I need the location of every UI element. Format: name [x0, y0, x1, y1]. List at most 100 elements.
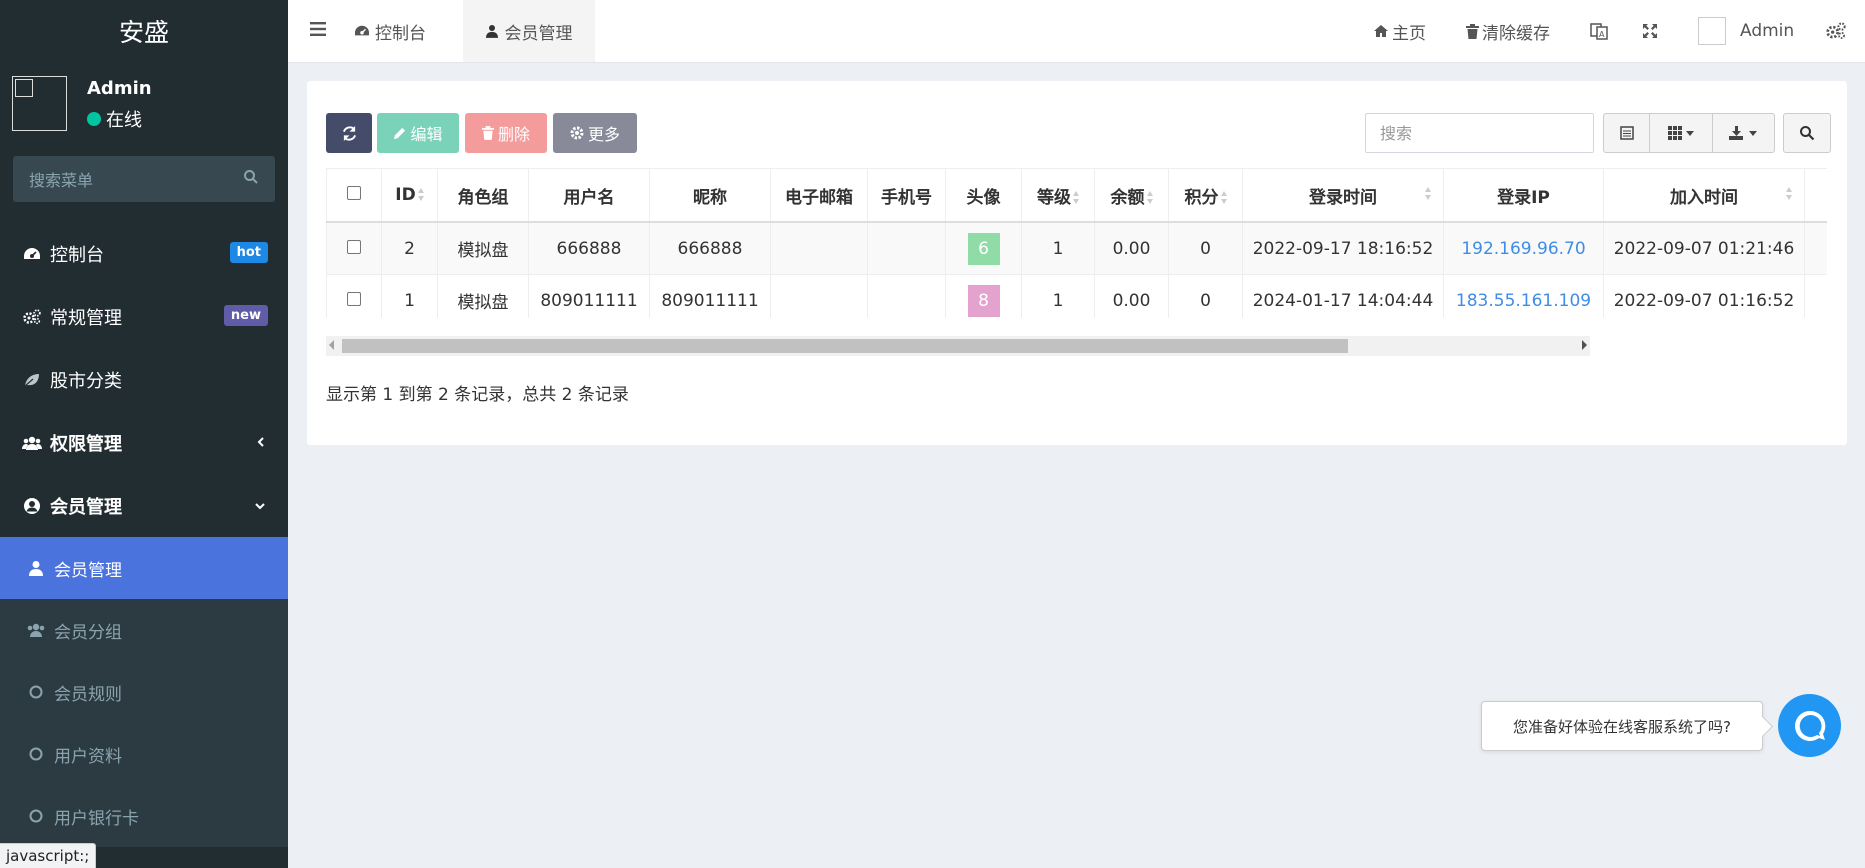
tab-dashboard[interactable]: 控制台	[348, 0, 454, 62]
table-tools-group	[1603, 113, 1775, 153]
circle-icon	[26, 809, 46, 823]
pencil-icon	[393, 127, 406, 140]
dashboard-icon	[354, 24, 370, 38]
column-header-level[interactable]: 等级	[1021, 168, 1095, 223]
row-checkbox[interactable]	[347, 239, 361, 254]
users-icon	[26, 622, 46, 638]
scrollbar-thumb[interactable]	[342, 339, 1348, 353]
sidebar-item-label: 常规管理	[50, 307, 122, 329]
gears-icon	[1826, 22, 1846, 40]
toggle-view-button[interactable]	[1604, 114, 1651, 152]
settings-button[interactable]	[1826, 0, 1846, 62]
pagination-info: 显示第 1 到第 2 条记录，总共 2 条记录	[326, 385, 629, 405]
cell-username: 666888	[528, 222, 650, 275]
sidebar-search-input[interactable]	[13, 156, 251, 204]
login-ip-link[interactable]: 183.55.161.109	[1456, 291, 1591, 311]
admin-label: Admin	[1740, 21, 1795, 41]
horizontal-scrollbar[interactable]	[326, 336, 1590, 356]
column-header-email: 电子邮箱	[770, 168, 868, 223]
column-header-id[interactable]: ID	[381, 168, 438, 223]
scroll-right-icon[interactable]	[1582, 340, 1587, 350]
search-icon[interactable]	[243, 169, 259, 190]
column-header-login-ip: 登录IP	[1443, 168, 1604, 223]
edit-button[interactable]: 编辑	[377, 113, 459, 153]
column-header-score[interactable]: 积分	[1168, 168, 1243, 223]
cell-join-time: 2022-09-07 01:21:46	[1603, 222, 1805, 275]
sidebar-toggle-button[interactable]	[306, 0, 330, 62]
sort-icon	[417, 188, 424, 202]
sidebar-item-label: 权限管理	[50, 433, 122, 455]
cell-level: 1	[1021, 222, 1095, 275]
sidebar-item-members[interactable]: 会员管理	[0, 474, 288, 537]
sort-icon	[1425, 187, 1431, 201]
top-navbar: 控制台 会员管理 主页 清除缓存 A Admin	[288, 0, 1865, 63]
sidebar-subitem-user-bank-card[interactable]: 用户银行卡	[0, 785, 288, 847]
cell-login-ip: 183.55.161.109	[1443, 274, 1604, 318]
download-icon	[1729, 126, 1745, 140]
gears-icon	[22, 308, 42, 325]
refresh-button[interactable]	[326, 113, 372, 153]
cell-mobile	[867, 222, 946, 275]
fullscreen-button[interactable]	[1642, 0, 1658, 62]
chat-bubble-icon	[1790, 706, 1830, 746]
home-icon	[1373, 24, 1389, 38]
user-menu[interactable]: Admin	[1698, 0, 1794, 62]
column-header-join-time[interactable]: 加入时间	[1603, 168, 1805, 223]
chat-prompt[interactable]: 您准备好体验在线客服系统了吗?	[1481, 701, 1763, 751]
scroll-left-icon[interactable]	[329, 340, 334, 350]
chevron-down-icon	[254, 496, 266, 515]
dashboard-icon	[22, 246, 42, 262]
cell-level: 1	[1021, 274, 1095, 318]
sidebar-menu: 控制台 hot 常规管理 new 股市分类 权限管理 会员管理 会员管理 会员分…	[0, 222, 288, 847]
sidebar-item-label: 会员管理	[50, 496, 122, 518]
more-button[interactable]: 更多	[553, 113, 637, 153]
export-button[interactable]	[1713, 114, 1774, 152]
cell-balance: 0.00	[1094, 222, 1169, 275]
advanced-search-button[interactable]	[1783, 113, 1831, 153]
sidebar-subitem-member-management[interactable]: 会员管理	[0, 537, 288, 599]
table-row[interactable]: 2 模拟盘 666888 666888 6 1 0.00 0 2022-09-1…	[326, 222, 1827, 275]
table-row[interactable]: 1 模拟盘 809011111 809011111 8 1 0.00 0 202…	[326, 274, 1827, 318]
sort-icon	[1786, 187, 1792, 201]
column-header-more	[1804, 168, 1827, 223]
cell-username: 809011111	[528, 274, 650, 318]
list-icon	[1619, 126, 1634, 140]
sidebar-item-dashboard[interactable]: 控制台 hot	[0, 222, 288, 285]
gear-icon	[570, 126, 584, 140]
select-all-checkbox[interactable]	[347, 186, 361, 200]
chat-button[interactable]	[1778, 694, 1841, 757]
cell-group: 模拟盘	[437, 274, 529, 318]
chevron-left-icon	[256, 433, 266, 452]
user-circle-icon	[22, 497, 42, 515]
avatar[interactable]: 8	[967, 284, 1000, 317]
row-checkbox[interactable]	[347, 291, 361, 306]
delete-button[interactable]: 删除	[465, 113, 547, 153]
column-header-balance[interactable]: 余额	[1094, 168, 1169, 223]
sidebar-subitem-label: 会员规则	[54, 684, 122, 705]
cell-id: 1	[381, 274, 438, 318]
sidebar-subitem-member-rules[interactable]: 会员规则	[0, 661, 288, 723]
sidebar-subitem-label: 会员分组	[54, 622, 122, 643]
brand-logo[interactable]: 安盛	[0, 0, 288, 62]
translate-button[interactable]: A	[1590, 0, 1608, 62]
member-table-wrapper: ID 角色组 用户名 昵称 电子邮箱 手机号 头像 等级 余额 积分 登录时间 …	[326, 168, 1827, 318]
avatar	[12, 76, 67, 131]
sidebar-subitem-member-group[interactable]: 会员分组	[0, 599, 288, 661]
clear-cache-button[interactable]: 清除缓存	[1466, 0, 1550, 62]
hot-badge: hot	[229, 242, 268, 263]
column-header-login-time[interactable]: 登录时间	[1242, 168, 1444, 223]
sidebar-item-stock-category[interactable]: 股市分类	[0, 348, 288, 411]
online-dot-icon	[87, 112, 101, 126]
login-ip-link[interactable]: 192.169.96.70	[1461, 239, 1585, 259]
sidebar-item-permissions[interactable]: 权限管理	[0, 411, 288, 474]
columns-button[interactable]	[1650, 114, 1713, 152]
home-link[interactable]: 主页	[1373, 0, 1426, 62]
sidebar-subitem-label: 会员管理	[54, 560, 122, 581]
search-icon	[1799, 125, 1815, 141]
avatar[interactable]: 6	[967, 232, 1000, 265]
sidebar-item-general[interactable]: 常规管理 new	[0, 285, 288, 348]
table-search-input[interactable]	[1366, 114, 1593, 152]
column-header-avatar: 头像	[945, 168, 1022, 223]
tab-member-management[interactable]: 会员管理	[463, 0, 595, 62]
sidebar-subitem-user-profile[interactable]: 用户资料	[0, 723, 288, 785]
